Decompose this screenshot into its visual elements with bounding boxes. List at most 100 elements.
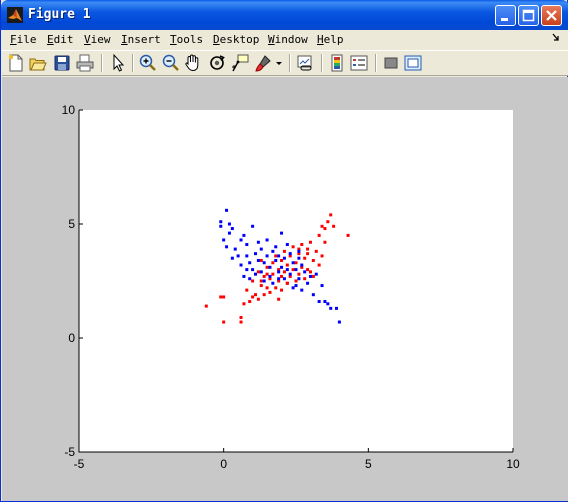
red-data-point	[308, 270, 312, 274]
link-plot-button[interactable]	[295, 53, 315, 73]
red-data-point	[253, 293, 257, 297]
open-file-button[interactable]	[28, 53, 48, 73]
red-data-point	[323, 227, 327, 231]
y-tick-label: 10	[62, 103, 76, 117]
menu-file[interactable]: File	[10, 33, 37, 46]
blue-data-point	[251, 268, 255, 272]
blue-data-point	[245, 254, 249, 258]
red-data-point	[311, 258, 315, 262]
red-data-point	[239, 320, 243, 324]
red-data-point	[317, 233, 321, 237]
show-plot-tools-icon	[404, 55, 422, 71]
legend-button[interactable]	[349, 53, 369, 73]
data-cursor-button[interactable]	[230, 53, 250, 73]
blue-data-point	[268, 265, 272, 269]
new-figure-button[interactable]	[6, 53, 26, 73]
red-data-point	[271, 261, 275, 265]
blue-data-point	[256, 258, 260, 262]
blue-data-point	[294, 268, 298, 272]
print-icon	[76, 54, 94, 72]
hide-plot-tools-button[interactable]	[381, 53, 401, 73]
blue-data-point	[225, 208, 229, 212]
red-data-point	[314, 249, 318, 253]
toolbar-separator	[375, 54, 377, 72]
red-data-point	[285, 263, 289, 267]
link-plot-icon	[297, 55, 312, 71]
red-data-point	[332, 224, 336, 228]
figure-canvas: -5 0 5 10 -5 0 5 10	[2, 77, 568, 501]
blue-data-point	[311, 293, 315, 297]
red-data-point	[329, 213, 333, 217]
open-file-icon	[29, 58, 47, 71]
zoom-in-button[interactable]	[138, 53, 158, 73]
brush-dropdown-icon	[276, 62, 282, 65]
blue-data-point	[277, 270, 281, 274]
x-tick-label: 0	[220, 457, 227, 471]
blue-data-point	[314, 272, 318, 276]
show-plot-tools-button[interactable]	[403, 53, 423, 73]
red-data-point	[262, 274, 266, 278]
menu-window[interactable]: Window	[268, 33, 308, 46]
zoom-out-icon	[162, 54, 179, 71]
red-data-point	[274, 254, 278, 258]
blue-data-point	[253, 272, 257, 276]
blue-data-point	[265, 254, 269, 258]
menu-tools[interactable]: Tools	[170, 33, 203, 46]
minimize-button[interactable]	[495, 5, 516, 26]
edit-plot-button[interactable]	[108, 53, 128, 73]
blue-data-point	[256, 240, 260, 244]
blue-data-point	[285, 243, 289, 247]
red-data-point	[323, 240, 327, 244]
print-button[interactable]	[75, 53, 95, 73]
menu-desktop[interactable]: Desktop	[213, 33, 259, 46]
red-data-point	[282, 270, 286, 274]
rotate-3d-button[interactable]	[207, 53, 227, 73]
red-data-point	[308, 240, 312, 244]
red-data-point	[280, 274, 284, 278]
red-data-point	[306, 252, 310, 256]
red-data-point	[326, 220, 330, 224]
red-data-point	[291, 245, 295, 249]
blue-data-point	[288, 272, 292, 276]
blue-data-point	[300, 263, 304, 267]
title-bar[interactable]: Figure 1	[1, 0, 568, 30]
blue-data-point	[280, 231, 284, 235]
save-icon	[54, 55, 70, 71]
blue-data-point	[227, 222, 231, 226]
menu-view[interactable]: View	[84, 33, 111, 46]
red-data-point	[303, 256, 307, 260]
dock-arrow-icon[interactable]	[552, 33, 560, 43]
red-data-point	[277, 297, 281, 301]
red-data-point	[294, 261, 298, 265]
menu-help[interactable]: Help	[317, 33, 344, 46]
colorbar-icon	[331, 54, 343, 72]
red-data-point	[268, 290, 272, 294]
menu-edit[interactable]: Edit	[47, 33, 74, 46]
legend-icon	[350, 55, 368, 71]
red-data-point	[294, 279, 298, 283]
blue-data-point	[323, 300, 327, 304]
blue-data-point	[227, 231, 231, 235]
red-data-point	[291, 268, 295, 272]
zoom-out-button[interactable]	[161, 53, 181, 73]
x-tick-label: -5	[74, 457, 85, 471]
red-data-point	[222, 295, 226, 299]
pan-button[interactable]	[183, 53, 203, 73]
colorbar-button[interactable]	[327, 53, 347, 73]
blue-data-point	[291, 286, 295, 290]
menu-insert[interactable]: Insert	[121, 33, 161, 46]
red-data-point	[256, 297, 260, 301]
save-button[interactable]	[52, 53, 72, 73]
blue-data-point	[297, 256, 301, 260]
brush-dropdown-button[interactable]	[274, 53, 284, 73]
red-data-point	[242, 302, 246, 306]
scatter-plot[interactable]: -5 0 5 10 -5 0 5 10	[2, 77, 568, 501]
blue-data-point	[271, 281, 275, 285]
red-data-point	[219, 295, 223, 299]
blue-data-point	[251, 224, 255, 228]
red-data-point	[346, 233, 350, 237]
maximize-button[interactable]	[518, 5, 539, 26]
red-data-point	[306, 247, 310, 251]
close-button[interactable]	[541, 5, 562, 26]
brush-button[interactable]	[253, 53, 273, 73]
